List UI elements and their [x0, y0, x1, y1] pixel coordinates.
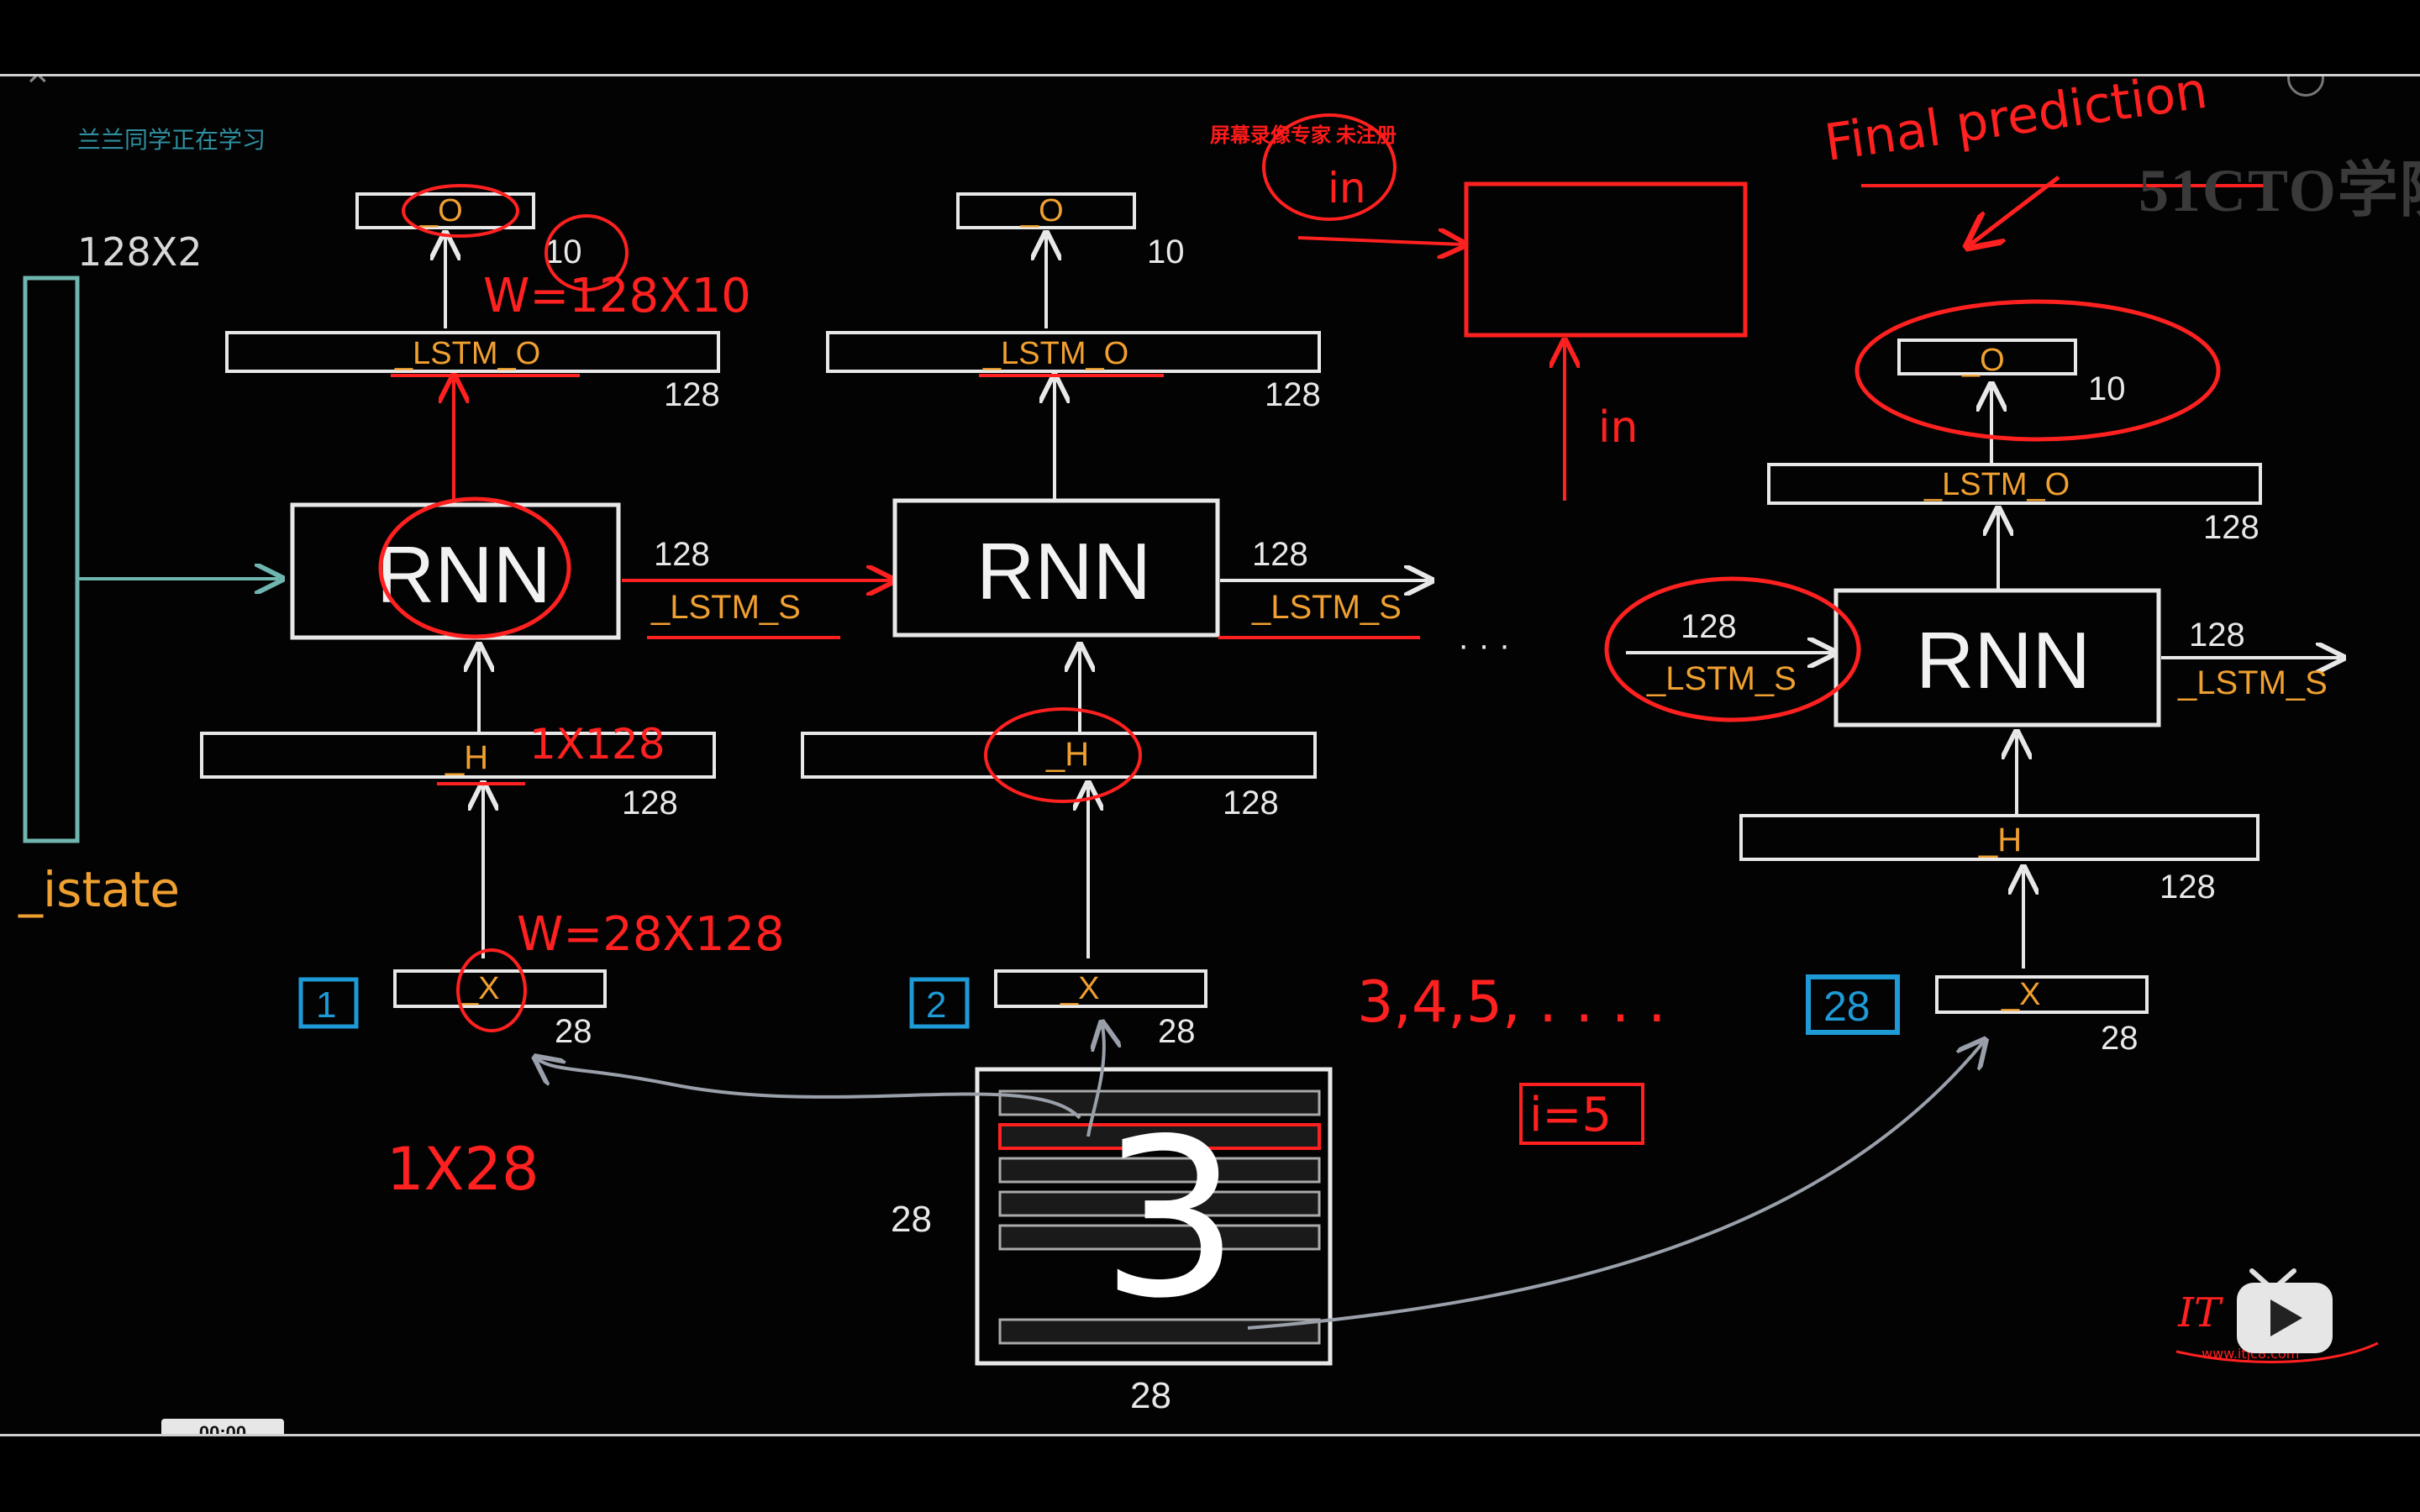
- weight-out-note: W=128X10: [483, 269, 751, 323]
- x-label: _X: [460, 971, 499, 1006]
- viewer-status-label: 兰兰同学正在学习: [77, 127, 266, 153]
- itjc-logo: IT www.itjc8.com: [2175, 1268, 2379, 1363]
- generic-cell-box: [1464, 181, 1748, 338]
- close-icon[interactable]: ×: [27, 76, 60, 93]
- steps-sequence: 3,4,5, . . . .: [1357, 969, 1666, 1036]
- digit: 3: [1101, 1093, 1239, 1347]
- state-dim: 128: [2189, 617, 2245, 654]
- rnn-label: RNN: [376, 530, 551, 620]
- x-label: _X: [1060, 971, 1099, 1006]
- x-dim: 28: [2101, 1020, 2139, 1057]
- x-dim: 28: [1158, 1013, 1196, 1050]
- lstm-o-dim: 128: [664, 376, 720, 413]
- state-dim: 128: [654, 536, 710, 573]
- rnn-cell-2: _O 10 _LSTM_O 128 RNN 128 _LSTM_S _H 128…: [801, 192, 1428, 1050]
- step-number: 1: [316, 984, 336, 1026]
- cell-in-top-note: in: [1328, 164, 1366, 213]
- lstm-o-dim: 128: [2203, 509, 2260, 546]
- x-shape-note: 1X28: [387, 1135, 539, 1204]
- x-label: _X: [2001, 977, 2040, 1012]
- final-o-circle: [1854, 299, 2221, 442]
- ellipsis: · · ·: [1458, 627, 1510, 664]
- h-shape-note: 1X128: [529, 720, 666, 769]
- step-number: 2: [926, 984, 946, 1026]
- play-button[interactable]: [2237, 1268, 2333, 1353]
- cell-in-top-arrow: [1297, 238, 1462, 244]
- state-label: _LSTM_S: [2177, 664, 2328, 701]
- x-box: [1935, 975, 2149, 1014]
- h-label: _H: [1045, 736, 1089, 773]
- playback-time: 00:00: [161, 1419, 284, 1434]
- o-dim: 10: [1147, 234, 1185, 270]
- image-width-label: 28: [1130, 1375, 1171, 1416]
- h-label: _H: [445, 739, 488, 776]
- whiteboard-canvas: 128X2 _istate _O 10 _LSTM_O 128 RNN 128 …: [18, 76, 2420, 1416]
- state-dim: 128: [1252, 536, 1308, 573]
- state-label: _LSTM_S: [650, 589, 801, 626]
- incoming-state-dim: 128: [1681, 608, 1737, 645]
- tv-antenna-icon: [2249, 1268, 2296, 1287]
- o-label: _O: [1961, 343, 2005, 378]
- h-label: _H: [1978, 822, 2022, 858]
- rnn-cell-28: _O 10 _LSTM_O 128 RNN 128 _LSTM_S _H 128…: [1739, 339, 2340, 1057]
- logo-text: IT: [2177, 1289, 2223, 1336]
- lstm-o-label: _LSTM_O: [1923, 467, 2070, 502]
- o-label: _O: [1020, 193, 1064, 228]
- incoming-state-circle: [1604, 576, 1861, 722]
- recorder-watermark: 屏幕录像专家 未注册: [1210, 125, 1397, 147]
- cell-in-bottom-note: in: [1598, 402, 1638, 453]
- incoming-state-label: _LSTM_S: [1646, 660, 1797, 697]
- lstm-o-label: _LSTM_O: [394, 336, 540, 371]
- rnn-label: RNN: [976, 527, 1151, 617]
- istate-size-label: 128X2: [77, 229, 203, 275]
- h-dim: 128: [622, 785, 678, 822]
- istate-label: _istate: [18, 861, 180, 918]
- h-dim: 128: [1223, 785, 1279, 822]
- h-dim: 128: [2160, 869, 2216, 906]
- rnn-label: RNN: [1916, 616, 2091, 706]
- video-frame[interactable]: 128X2 _istate _O 10 _LSTM_O 128 RNN 128 …: [0, 74, 2420, 1436]
- x-box: [393, 969, 607, 1008]
- o-label: _O: [419, 193, 463, 228]
- lstm-o-dim: 128: [1265, 376, 1321, 413]
- input-image: 3 28 28: [538, 1026, 1983, 1416]
- state-label: _LSTM_S: [1251, 589, 1402, 626]
- x-dim: 28: [555, 1013, 592, 1050]
- weight-in-note: W=28X128: [517, 907, 785, 962]
- istate-bar: [23, 276, 80, 843]
- image-label-note: i=5: [1529, 1088, 1612, 1142]
- lstm-o-label: _LSTM_O: [982, 336, 1128, 371]
- image-height-label: 28: [891, 1199, 932, 1240]
- o-dim: 10: [2088, 370, 2126, 407]
- step-number: 28: [1823, 983, 1870, 1030]
- brand-watermark: 51CTO学院: [2139, 157, 2420, 224]
- x-box: [994, 969, 1207, 1008]
